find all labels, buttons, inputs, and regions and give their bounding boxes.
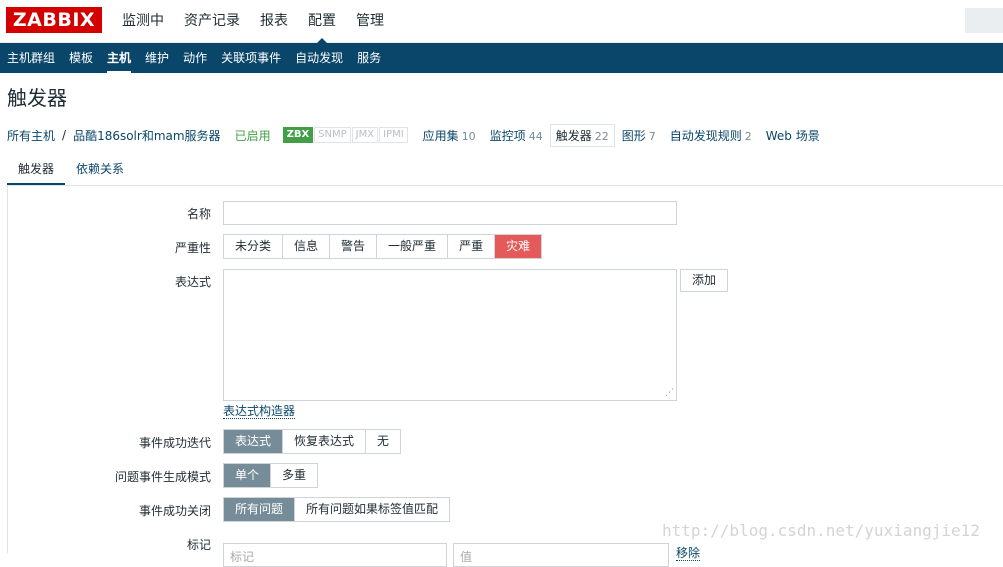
tag-value-input[interactable]: 值 <box>453 543 669 567</box>
ok-event-generation-selector: 表达式 恢复表达式 无 <box>223 429 402 454</box>
expression-builder-link[interactable]: 表达式构造器 <box>223 404 296 419</box>
host-status-enabled[interactable]: 已启用 <box>228 127 278 144</box>
remove-tag-link[interactable]: 移除 <box>676 546 701 561</box>
triggers-count: 22 <box>594 129 609 143</box>
problem-event-mode-selector: 单个 多重 <box>223 463 319 488</box>
sub-nav: 主机群组 模板 主机 维护 动作 关联项事件 自动发现 服务 <box>0 43 1003 73</box>
breadcrumb-graphs[interactable]: 图形 7 <box>615 127 663 144</box>
ok-event-closes-selector: 所有问题 所有问题如果标签值匹配 <box>223 497 451 522</box>
resize-handle-icon[interactable]: ⋰ <box>665 389 674 398</box>
expression-label: 表达式 <box>174 275 211 289</box>
main-nav-reports[interactable]: 报表 <box>250 0 298 43</box>
main-nav-configuration[interactable]: 配置 <box>298 0 346 44</box>
ok-event-generation-label: 事件成功迭代 <box>138 436 211 450</box>
tag-name-input[interactable]: 标记 <box>223 543 447 567</box>
breadcrumb: 所有主机 / 品酷186solr和mam服务器 已启用 ZBX SNMP JMX… <box>0 122 827 148</box>
breadcrumb-web-scenarios[interactable]: Web 场景 <box>759 127 827 144</box>
graphs-count: 7 <box>648 129 656 143</box>
breadcrumb-triggers[interactable]: 触发器 22 <box>549 123 615 147</box>
sub-nav-discovery[interactable]: 自动发现 <box>288 43 350 73</box>
ok-close-tag-match[interactable]: 所有问题如果标签值匹配 <box>295 498 450 521</box>
name-input[interactable] <box>223 201 677 225</box>
zabbix-logo[interactable]: ZABBIX <box>6 7 102 33</box>
sub-nav-templates[interactable]: 模板 <box>62 43 100 73</box>
tag-placeholder: 标记 <box>230 550 255 564</box>
main-nav-monitoring[interactable]: 监测中 <box>112 0 174 43</box>
tab-dependencies[interactable]: 依赖关系 <box>65 156 135 185</box>
items-label: 监控项 <box>489 128 526 143</box>
web-scenarios-label: Web 场景 <box>765 128 820 143</box>
ok-event-none[interactable]: 无 <box>366 430 401 453</box>
problem-mode-multiple[interactable]: 多重 <box>271 464 318 487</box>
main-nav: 监测中 资产记录 报表 配置 管理 <box>112 0 394 44</box>
form-tabs: 触发器 依赖关系 <box>7 156 1003 186</box>
sub-nav-services[interactable]: 服务 <box>350 43 388 73</box>
ok-event-expression[interactable]: 表达式 <box>224 430 284 453</box>
top-bar: ZABBIX 监测中 资产记录 报表 配置 管理 <box>0 0 1003 44</box>
severity-warning[interactable]: 警告 <box>330 235 378 258</box>
breadcrumb-items[interactable]: 监控项 44 <box>483 127 550 144</box>
severity-information[interactable]: 信息 <box>283 235 331 258</box>
sub-nav-actions[interactable]: 动作 <box>176 43 214 73</box>
discovery-rules-count: 2 <box>744 129 752 143</box>
zbx-badge: ZBX <box>282 127 314 143</box>
items-count: 44 <box>528 129 543 143</box>
severity-label: 严重性 <box>174 241 211 255</box>
name-label: 名称 <box>186 207 211 221</box>
expression-textarea[interactable]: ⋰ <box>223 269 677 401</box>
add-expression-button[interactable]: 添加 <box>680 269 729 292</box>
main-nav-inventory[interactable]: 资产记录 <box>174 0 250 43</box>
severity-disaster[interactable]: 灾难 <box>495 235 542 258</box>
jmx-badge: JMX <box>351 127 379 143</box>
search-box[interactable] <box>965 8 1003 33</box>
breadcrumb-all-hosts[interactable]: 所有主机 <box>0 127 62 144</box>
triggers-label: 触发器 <box>555 128 592 143</box>
ok-event-recovery-expression[interactable]: 恢复表达式 <box>283 430 367 453</box>
problem-event-mode-label: 问题事件生成模式 <box>114 470 211 484</box>
sub-nav-hosts[interactable]: 主机 <box>100 43 138 73</box>
availability-badges: ZBX SNMP JMX IPMI <box>282 127 409 143</box>
severity-selector: 未分类 信息 警告 一般严重 严重 灾难 <box>223 234 543 259</box>
severity-not-classified[interactable]: 未分类 <box>224 235 284 258</box>
breadcrumb-host[interactable]: 品酷186solr和mam服务器 <box>66 127 228 144</box>
tab-trigger[interactable]: 触发器 <box>7 156 66 185</box>
graphs-label: 图形 <box>621 128 646 143</box>
snmp-badge: SNMP <box>314 127 351 143</box>
watermark: http://blog.csdn.net/yuxiangjie12 <box>662 521 980 540</box>
trigger-form: 名称 严重性 未分类 信息 警告 一般严重 严重 灾难 表达式 ⋰ 添加 表达式… <box>7 186 1003 567</box>
breadcrumb-applications[interactable]: 应用集 10 <box>416 127 483 144</box>
breadcrumb-discovery-rules[interactable]: 自动发现规则 2 <box>663 127 759 144</box>
ipmi-badge: IPMI <box>379 127 408 143</box>
severity-high[interactable]: 严重 <box>448 235 496 258</box>
sub-nav-maintenance[interactable]: 维护 <box>138 43 176 73</box>
value-placeholder: 值 <box>460 550 473 564</box>
applications-count: 10 <box>461 129 476 143</box>
problem-mode-single[interactable]: 单个 <box>224 464 272 487</box>
sub-nav-correlation[interactable]: 关联项事件 <box>214 43 288 73</box>
sub-nav-host-groups[interactable]: 主机群组 <box>0 43 62 73</box>
ok-close-all-problems[interactable]: 所有问题 <box>224 498 296 521</box>
main-nav-administration[interactable]: 管理 <box>346 0 394 43</box>
discovery-rules-label: 自动发现规则 <box>669 128 742 143</box>
page-title: 触发器 <box>7 86 67 110</box>
applications-label: 应用集 <box>422 128 459 143</box>
tags-label: 标记 <box>186 538 211 552</box>
severity-average[interactable]: 一般严重 <box>377 235 449 258</box>
ok-event-closes-label: 事件成功关闭 <box>138 504 211 518</box>
